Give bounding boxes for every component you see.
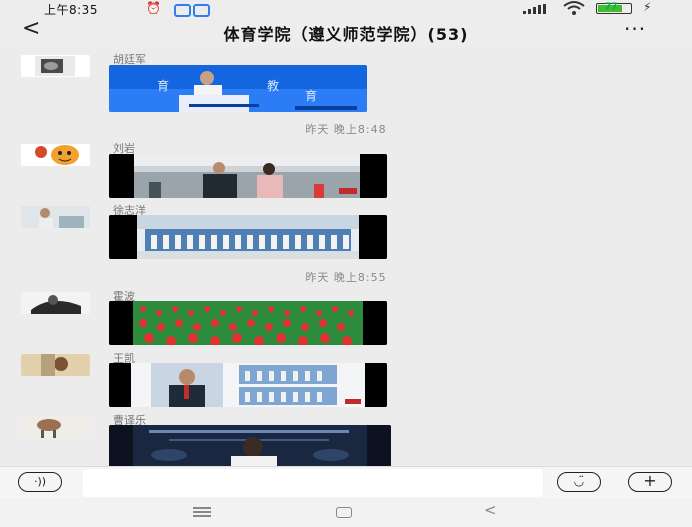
timestamp: 昨天 晚上8:55: [305, 271, 387, 284]
svg-text:育: 育: [305, 88, 317, 103]
status-time: 上午8:35: [44, 3, 98, 17]
svg-text:育: 育: [157, 78, 169, 93]
cloud-app-icon: [193, 4, 210, 17]
timestamp: 昨天 晚上8:48: [305, 123, 387, 136]
message-input[interactable]: [83, 469, 543, 497]
nav-back-icon[interactable]: <: [484, 501, 497, 519]
alarm-clock-icon: ⏰: [146, 1, 161, 15]
charging-icon: ⚡: [643, 0, 652, 14]
message-image[interactable]: 育 教 育: [109, 65, 367, 112]
message-image[interactable]: [109, 301, 387, 345]
message-image[interactable]: [109, 154, 387, 198]
message-image[interactable]: [109, 363, 387, 407]
avatar[interactable]: [21, 416, 90, 438]
message-image[interactable]: [109, 425, 391, 466]
plus-icon[interactable]: +: [628, 472, 672, 492]
battery-icon: 77: [596, 2, 632, 14]
status-bar: 上午8:35 ⏰ 77 ⚡: [0, 0, 692, 18]
chat-input-bar: ·)) ◡̈ +: [0, 466, 692, 499]
avatar[interactable]: [21, 55, 90, 77]
recent-apps-icon[interactable]: [193, 507, 211, 517]
more-options-button[interactable]: ···: [624, 17, 646, 41]
message-image[interactable]: [109, 215, 387, 259]
message-list[interactable]: 胡廷军 育 教 育 昨天 晚上8:48 刘岩 徐志洋 昨天 晚上8:55 霍波 …: [0, 48, 692, 466]
avatar[interactable]: [21, 144, 90, 166]
wifi-icon: [562, 0, 586, 20]
signal-icon: [523, 4, 549, 14]
home-icon[interactable]: [336, 507, 352, 518]
chat-header: < 体育学院（遵义师范学院）(53) ···: [0, 16, 692, 46]
emoji-icon[interactable]: ◡̈: [557, 472, 601, 492]
avatar[interactable]: [21, 354, 90, 376]
svg-text:教: 教: [267, 78, 279, 93]
cloud-app-icon: [174, 4, 191, 17]
avatar[interactable]: [21, 206, 90, 228]
voice-icon[interactable]: ·)): [18, 472, 62, 492]
avatar[interactable]: [21, 292, 90, 314]
system-nav-bar: <: [0, 498, 692, 527]
chat-title: 体育学院（遵义师范学院）(53): [223, 25, 469, 44]
battery-percent: 77: [605, 2, 618, 12]
